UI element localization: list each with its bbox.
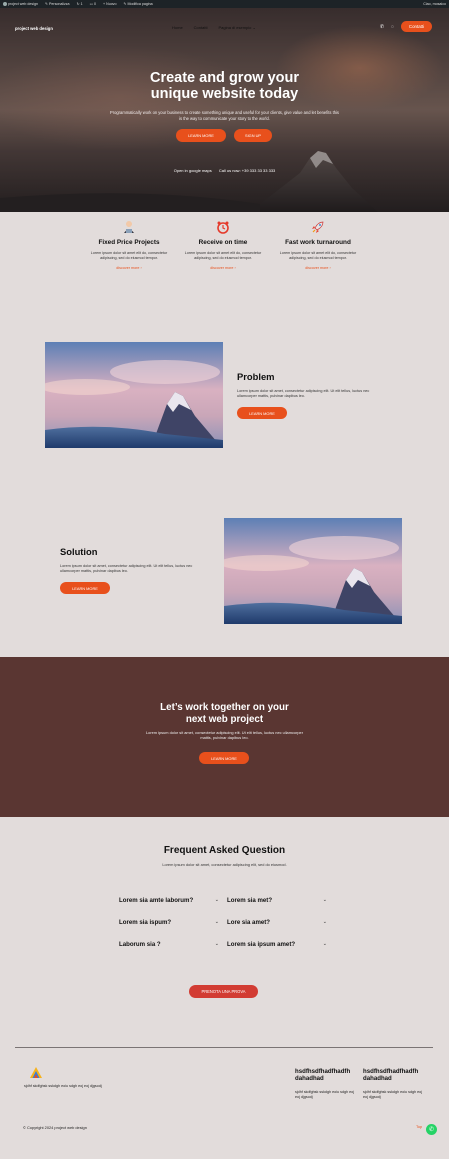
solution-title: Solution <box>60 546 98 557</box>
hero-buttons: LEARN MORE SIGN UP <box>176 129 272 142</box>
nav-menu: Home Contatti Pagina di esempio ⌄ <box>172 25 256 30</box>
admin-customize-link[interactable]: ✎ Personalizza <box>45 2 70 6</box>
site-logo[interactable]: project web design <box>15 26 53 31</box>
admin-bar: project web design ✎ Personalizza ↻ 1 ▭ … <box>0 0 449 8</box>
problem-title: Problem <box>237 371 275 382</box>
cta-learn-more-button[interactable]: LEARN MORE <box>199 752 249 764</box>
footer-divider <box>15 1047 433 1048</box>
cta-title: Let’s work together on your next web pro… <box>160 702 289 725</box>
discover-more-link[interactable]: discover more › <box>268 266 368 270</box>
learn-more-button[interactable]: LEARN MORE <box>176 129 226 142</box>
admin-edit-link[interactable]: ✎ Modifica pagina <box>123 2 152 6</box>
hero-subtitle: Programmatically work on your business t… <box>110 110 339 121</box>
faq-subtitle: Lorem ipsum dolor sit amet, consectetur … <box>162 862 287 867</box>
features-section: Fixed Price Projects Lorem ipsum dolor s… <box>0 220 449 300</box>
feature-title: Fast work turnaround <box>285 239 351 246</box>
nav-link-home[interactable]: Home <box>172 25 183 30</box>
nav-link-contatti[interactable]: Contatti <box>194 25 208 30</box>
chevron-down-icon: ⌄ <box>322 897 327 903</box>
admin-comments-link[interactable]: ▭ 0 <box>90 2 96 6</box>
faq-item[interactable]: Lorem sia ispum? ⌄ <box>119 919 219 926</box>
faq-item[interactable]: Lore sia amet? ⌄ <box>227 919 327 926</box>
feature-fixed-price: Fixed Price Projects Lorem ipsum dolor s… <box>79 220 179 270</box>
book-trial-button[interactable]: PRENOTA UNA PROVA <box>189 985 258 998</box>
admin-new-link[interactable]: + Nuovo <box>103 2 117 6</box>
solution-text: Lorem ipsum dolor sit amet, consectetur … <box>60 564 193 574</box>
problem-image <box>45 342 223 448</box>
faq-item[interactable]: Lorem sia met? ⌄ <box>227 897 327 904</box>
feature-text: Lorem ipsum dolor sit amet elit do, cons… <box>184 251 262 261</box>
contact-button[interactable]: Contatti <box>401 21 432 32</box>
discover-more-link[interactable]: discover more › <box>79 266 179 270</box>
chevron-down-icon: ⌄ <box>322 941 327 947</box>
hero-title: Create and grow your unique website toda… <box>149 70 300 102</box>
cta-text: Lorem ipsum dolor sit amet, consectetur … <box>146 730 303 741</box>
footer-about-text: sjdhf skdfghsk sskdgh eoiu sdgh eoj eoj … <box>24 1084 102 1088</box>
feature-on-time: Receive on time Lorem ipsum dolor sit am… <box>173 220 273 270</box>
discover-more-link[interactable]: discover more › <box>173 266 273 270</box>
nav-link-pagina-di-esempio[interactable]: Pagina di esempio ⌄ <box>218 25 255 30</box>
google-maps-link[interactable]: Open in google maps <box>174 168 212 173</box>
sign-up-button[interactable]: SIGN UP <box>234 129 272 142</box>
nav-actions: ✆ ◌ Contatti <box>380 21 432 32</box>
admin-account-link[interactable]: Ciao, mosaico <box>423 2 446 6</box>
solution-image <box>224 518 402 624</box>
user-icon <box>79 220 179 237</box>
faq-item[interactable]: Laborum sia ? ⌄ <box>119 941 219 948</box>
phone-icon[interactable]: ✆ <box>380 24 384 30</box>
faq-item[interactable]: Lorem sia amte laborum? ⌄ <box>119 897 219 904</box>
rocket-icon <box>268 220 368 237</box>
feature-text: Lorem ipsum dolor sit amet elit do, cons… <box>279 251 357 261</box>
chevron-down-icon: ⌄ <box>214 941 219 947</box>
faq-item[interactable]: Lorem sia ipsum amet? ⌄ <box>227 941 327 948</box>
cta-section: Let’s work together on your next web pro… <box>0 657 449 817</box>
feature-title: Receive on time <box>198 239 248 246</box>
footer-col1-text: sjdhf skdfghsk sskdgh eoiu sdgh eoj eoj … <box>295 1090 355 1100</box>
faq-title: Frequent Asked Question <box>163 845 286 856</box>
whatsapp-icon[interactable]: ◌ <box>391 24 394 30</box>
solution-learn-more-button[interactable]: LEARN MORE <box>60 582 110 594</box>
whatsapp-icon[interactable]: ✆ <box>426 1124 437 1135</box>
problem-text: Lorem ipsum dolor sit amet, consectetur … <box>237 389 370 399</box>
hero-section: project web design Home Contatti Pagina … <box>0 8 449 212</box>
footer-col1-title: hsdfhsdfhadfhadfh dahadhad <box>295 1068 351 1082</box>
chevron-down-icon: ⌄ <box>214 919 219 925</box>
chevron-down-icon: ⌄ <box>322 919 327 925</box>
feature-text: Lorem ipsum dolor sit amet elit do, cons… <box>90 251 168 261</box>
copyright-text: © Copyright 2024 project web design <box>23 1125 87 1130</box>
clock-icon <box>173 220 273 237</box>
admin-site-link[interactable]: project web design <box>3 2 38 7</box>
call-us-link[interactable]: Call us now: +39 333 33 33 333 <box>219 168 275 173</box>
chevron-down-icon: ⌄ <box>252 25 256 30</box>
footer-col2-title: hsdfhsdfhadfhadfh dahadhad <box>363 1068 419 1082</box>
wordpress-icon <box>3 2 7 7</box>
feature-fast-work: Fast work turnaround Lorem ipsum dolor s… <box>268 220 368 270</box>
admin-updates-link[interactable]: ↻ 1 <box>77 2 83 6</box>
feature-title: Fixed Price Projects <box>98 239 160 246</box>
footer-logo-icon <box>29 1066 43 1085</box>
problem-learn-more-button[interactable]: LEARN MORE <box>237 407 287 419</box>
footer-col2-text: sjdhf skdfghsk sskdgh eoiu sdgh eoj eoj … <box>363 1090 423 1100</box>
back-to-top-link[interactable]: Top <box>416 1125 422 1129</box>
hero-contact-info: Open in google maps Call us now: +39 333… <box>0 168 449 173</box>
chevron-down-icon: ⌄ <box>214 897 219 903</box>
